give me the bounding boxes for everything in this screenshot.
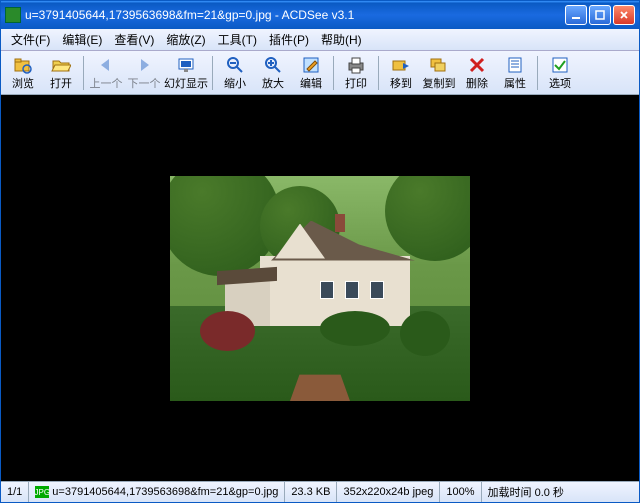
menu-plugins[interactable]: 插件(P) bbox=[263, 29, 315, 50]
zoomout-button[interactable]: 缩小 bbox=[217, 53, 253, 93]
properties-label: 属性 bbox=[504, 75, 526, 91]
minimize-button[interactable] bbox=[565, 5, 587, 25]
status-loadtime: 加载时间 0.0 秒 bbox=[482, 482, 639, 502]
status-index: 1/1 bbox=[1, 482, 29, 502]
open-button[interactable]: 打开 bbox=[43, 53, 79, 93]
status-dimensions: 352x220x24b jpeg bbox=[337, 482, 440, 502]
maximize-button[interactable] bbox=[589, 5, 611, 25]
zoomin-label: 放大 bbox=[262, 75, 284, 91]
open-label: 打开 bbox=[50, 75, 72, 91]
displayed-image bbox=[170, 176, 470, 401]
window-title: u=3791405644,1739563698&fm=21&gp=0.jpg -… bbox=[25, 8, 565, 22]
moveto-button[interactable]: 移到 bbox=[383, 53, 419, 93]
toolbar-separator bbox=[333, 56, 334, 90]
next-label: 下一个 bbox=[128, 75, 161, 91]
properties-icon bbox=[505, 55, 525, 75]
arrow-right-icon bbox=[134, 55, 154, 75]
menubar: 文件(F) 编辑(E) 查看(V) 缩放(Z) 工具(T) 插件(P) 帮助(H… bbox=[1, 29, 639, 51]
app-window: u=3791405644,1739563698&fm=21&gp=0.jpg -… bbox=[0, 0, 640, 503]
close-button[interactable] bbox=[613, 5, 635, 25]
zoom-out-icon bbox=[225, 55, 245, 75]
jpg-badge-icon: JPG bbox=[35, 486, 49, 498]
options-label: 选项 bbox=[549, 75, 571, 91]
toolbar-separator bbox=[83, 56, 84, 90]
folder-open-icon bbox=[51, 55, 71, 75]
print-label: 打印 bbox=[345, 75, 367, 91]
app-icon bbox=[5, 7, 21, 23]
status-filesize: 23.3 KB bbox=[285, 482, 337, 502]
zoom-in-icon bbox=[263, 55, 283, 75]
edit-label: 编辑 bbox=[300, 75, 322, 91]
browse-label: 浏览 bbox=[12, 75, 34, 91]
moveto-label: 移到 bbox=[390, 75, 412, 91]
browse-button[interactable]: 浏览 bbox=[5, 53, 41, 93]
status-zoom: 100% bbox=[440, 482, 481, 502]
edit-button[interactable]: 编辑 bbox=[293, 53, 329, 93]
folder-move-icon bbox=[391, 55, 411, 75]
folder-tree-icon bbox=[13, 55, 33, 75]
zoomin-button[interactable]: 放大 bbox=[255, 53, 291, 93]
titlebar[interactable]: u=3791405644,1739563698&fm=21&gp=0.jpg -… bbox=[1, 1, 639, 29]
window-controls bbox=[565, 5, 635, 25]
toolbar: 浏览 打开 上一个 下一个 幻灯显示 缩小 放大 编辑 bbox=[1, 51, 639, 95]
toolbar-separator bbox=[537, 56, 538, 90]
folder-copy-icon bbox=[429, 55, 449, 75]
delete-label: 删除 bbox=[466, 75, 488, 91]
toolbar-separator bbox=[378, 56, 379, 90]
prev-label: 上一个 bbox=[90, 75, 123, 91]
x-delete-icon bbox=[467, 55, 487, 75]
slideshow-icon bbox=[176, 55, 196, 75]
slideshow-button[interactable]: 幻灯显示 bbox=[164, 53, 208, 93]
menu-file[interactable]: 文件(F) bbox=[5, 29, 56, 50]
delete-button[interactable]: 删除 bbox=[459, 53, 495, 93]
next-button[interactable]: 下一个 bbox=[126, 53, 162, 93]
options-button[interactable]: 选项 bbox=[542, 53, 578, 93]
menu-view[interactable]: 查看(V) bbox=[108, 29, 160, 50]
printer-icon bbox=[346, 55, 366, 75]
print-button[interactable]: 打印 bbox=[338, 53, 374, 93]
zoomout-label: 缩小 bbox=[224, 75, 246, 91]
status-filename: JPG u=3791405644,1739563698&fm=21&gp=0.j… bbox=[29, 482, 285, 502]
checkbox-icon bbox=[550, 55, 570, 75]
toolbar-separator bbox=[212, 56, 213, 90]
slideshow-label: 幻灯显示 bbox=[164, 75, 208, 91]
menu-help[interactable]: 帮助(H) bbox=[315, 29, 368, 50]
prev-button[interactable]: 上一个 bbox=[88, 53, 124, 93]
menu-tools[interactable]: 工具(T) bbox=[212, 29, 263, 50]
properties-button[interactable]: 属性 bbox=[497, 53, 533, 93]
menu-zoom[interactable]: 缩放(Z) bbox=[160, 29, 211, 50]
statusbar: 1/1 JPG u=3791405644,1739563698&fm=21&gp… bbox=[1, 481, 639, 502]
pencil-icon bbox=[301, 55, 321, 75]
menu-edit[interactable]: 编辑(E) bbox=[56, 29, 108, 50]
image-viewport[interactable] bbox=[1, 95, 639, 481]
copyto-label: 复制到 bbox=[423, 75, 456, 91]
arrow-left-icon bbox=[96, 55, 116, 75]
copyto-button[interactable]: 复制到 bbox=[421, 53, 457, 93]
